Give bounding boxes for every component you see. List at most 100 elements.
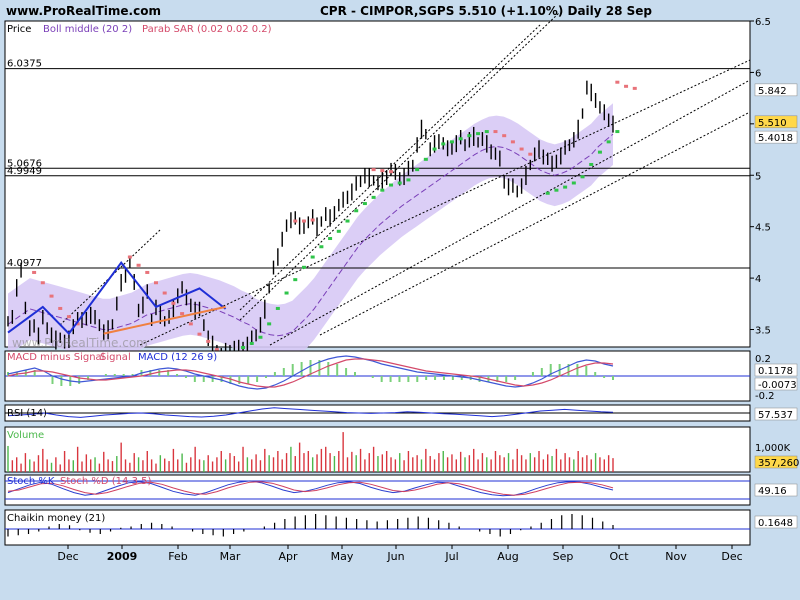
sar-down-dot [188, 322, 193, 326]
sar-down-dot [206, 339, 211, 343]
sar-down-dot [66, 315, 71, 319]
sar-up-dot [441, 142, 446, 146]
macd-tick-bottom: -0.2 [755, 391, 775, 402]
price-last-value: 5.510 [758, 118, 787, 129]
legend-volume: Volume [7, 430, 44, 441]
sar-up-dot [345, 219, 350, 223]
sar-down-dot [624, 84, 629, 88]
x-tick-label: Nov [665, 550, 687, 563]
sar-up-dot [563, 185, 568, 189]
sar-down-dot [58, 306, 63, 310]
sar-down-dot [502, 134, 507, 138]
level-label-2: 4.9949 [7, 166, 42, 177]
rsi-last-value: 57.537 [758, 410, 793, 421]
sar-up-dot [476, 132, 481, 136]
sar-up-dot [580, 175, 585, 179]
chart-canvas: www.ProRealTime.com CPR - CIMPOR,SGPS 5.… [4, 4, 799, 563]
sar-up-dot [354, 209, 359, 213]
legend-macd-signal-diff: MACD minus Signal [7, 352, 104, 363]
volume-tick: 1,000K [755, 443, 791, 454]
legend-boll-middle: Boll middle (20 2) [43, 24, 132, 35]
rsi-panel: 57.537 [4, 404, 798, 422]
legend-parab-sar: Parab SAR (0.02 0.02 0.2) [142, 24, 272, 35]
sar-up-dot [371, 195, 376, 199]
volume-panel: 1,000K 357,260 [4, 426, 799, 473]
legend-chaikin: Chaikin money (21) [7, 513, 105, 524]
legend-stoch-d: Stoch %D (14 3 5) [60, 476, 151, 487]
header: www.ProRealTime.com CPR - CIMPOR,SGPS 5.… [6, 4, 652, 18]
y-tick-label: 6.5 [755, 17, 771, 28]
sar-up-dot [328, 237, 333, 241]
y-tick-label: 4 [755, 274, 761, 285]
sar-up-dot [310, 255, 315, 259]
sar-up-dot [275, 306, 280, 310]
legend-macd: MACD (12 26 9) [138, 352, 217, 363]
sar-down-dot [519, 147, 524, 151]
sar-down-dot [632, 86, 637, 90]
sar-down-dot [162, 291, 167, 295]
sar-up-dot [301, 265, 306, 269]
sar-up-dot [571, 181, 576, 185]
sar-up-dot [319, 245, 324, 249]
sar-up-dot [432, 147, 437, 151]
sar-down-dot [389, 170, 394, 174]
site-name: www.ProRealTime.com [6, 4, 161, 18]
y-tick-label: 4.5 [755, 223, 771, 234]
x-tick-label: Oct [609, 550, 629, 563]
sar-up-dot [449, 140, 454, 144]
sar-down-dot [145, 270, 150, 274]
sar-up-dot [545, 191, 550, 195]
sar-down-dot [40, 281, 45, 285]
sar-up-dot [258, 335, 263, 339]
sar-down-dot [127, 255, 132, 259]
x-tick-label: Apr [278, 550, 298, 563]
sar-up-dot [554, 188, 559, 192]
sar-up-dot [389, 183, 394, 187]
x-tick-label: 2009 [107, 550, 138, 563]
sar-up-dot [406, 178, 411, 182]
sar-up-dot [415, 168, 420, 172]
x-tick-label: May [331, 550, 354, 563]
sar-down-dot [171, 301, 176, 305]
sar-down-dot [153, 281, 158, 285]
sar-down-dot [293, 219, 298, 223]
sar-down-dot [528, 152, 533, 156]
sar-down-dot [32, 270, 37, 274]
stoch-last-value: 49.16 [758, 486, 787, 497]
sar-down-dot [49, 294, 54, 298]
y-tick-label: 5 [755, 171, 761, 182]
y-tick-label: 3.5 [755, 326, 771, 337]
level-label-3: 4.0977 [7, 258, 42, 269]
level-label-0: 6.0375 [7, 59, 42, 70]
macd-last-value: 0.1178 [758, 366, 793, 377]
sar-down-dot [301, 219, 306, 223]
x-tick-label: Dec [721, 550, 742, 563]
sar-up-dot [380, 188, 385, 192]
sar-down-dot [371, 168, 376, 172]
x-tick-label: Aug [497, 550, 518, 563]
sar-up-dot [284, 291, 289, 295]
y-tick-label: 6 [755, 68, 761, 79]
sar-up-dot [249, 341, 254, 345]
sar-up-dot [458, 137, 463, 141]
sar-up-dot [362, 202, 367, 206]
legend-price: Price [7, 24, 31, 35]
x-tick-label: Sep [553, 550, 574, 563]
sar-up-dot [336, 229, 341, 233]
sar-last-value: 5.842 [758, 86, 787, 97]
legend-signal: Signal [100, 352, 131, 363]
sar-down-dot [380, 169, 385, 173]
sar-down-dot [615, 80, 620, 84]
sar-up-dot [484, 130, 489, 134]
sar-up-dot [467, 134, 472, 138]
x-tick-label: Jul [444, 550, 458, 563]
sar-up-dot [397, 181, 402, 185]
price-panel: 6.03755.06764.99494.09773.544.555.566.55… [4, 11, 798, 367]
sar-down-dot [493, 130, 498, 134]
sar-up-dot [589, 162, 594, 166]
chart-title: CPR - CIMPOR,SGPS 5.510 (+1.10%) Daily 2… [320, 4, 652, 18]
chaikin-last-value: 0.1648 [758, 518, 793, 529]
signal-last-value: -0.0073 [758, 380, 797, 391]
sar-up-dot [606, 140, 611, 144]
sar-up-dot [423, 157, 428, 161]
